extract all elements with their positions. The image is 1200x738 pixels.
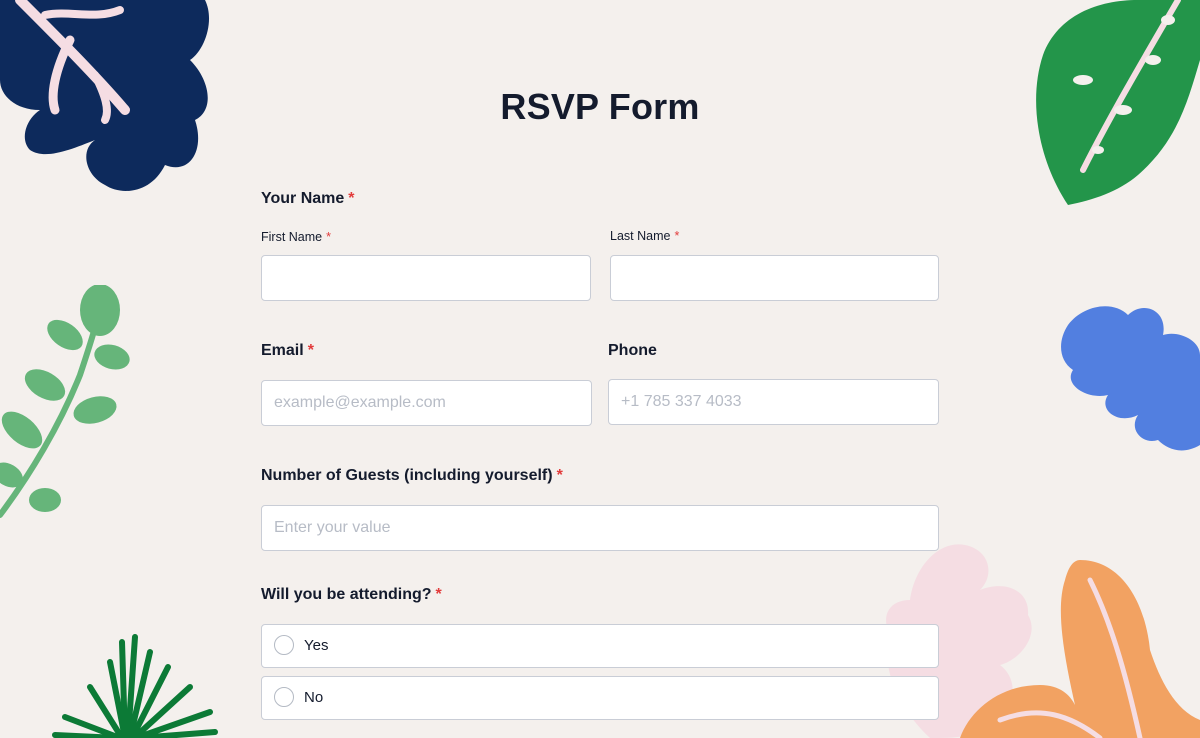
required-asterisk: *	[674, 229, 680, 243]
required-asterisk: *	[326, 230, 331, 244]
attending-option-no[interactable]: No	[261, 676, 939, 720]
phone-label-text: Phone	[608, 342, 657, 359]
email-field[interactable]	[261, 380, 592, 426]
phone-field[interactable]	[608, 379, 939, 425]
last-name-label-text: Last Name	[610, 229, 671, 243]
option-label: No	[304, 689, 324, 706]
radio-button[interactable]	[274, 635, 294, 655]
guests-field[interactable]	[261, 505, 939, 551]
blue-leaf-decoration	[1061, 306, 1200, 451]
phone-label: Phone	[608, 342, 657, 360]
required-asterisk: *	[348, 190, 355, 207]
orange-leaf-decoration	[960, 560, 1200, 738]
attending-label: Will you be attending? *	[261, 586, 442, 604]
last-name-label: Last Name *	[610, 229, 679, 243]
first-name-field[interactable]	[261, 255, 591, 301]
attending-label-text: Will you be attending?	[261, 586, 432, 603]
last-name-field[interactable]	[610, 255, 939, 301]
first-name-label-text: First Name	[261, 230, 323, 244]
name-label-text: Your Name	[261, 190, 345, 207]
navy-leaf-decoration	[0, 0, 210, 191]
email-label: Email *	[261, 342, 314, 360]
required-asterisk: *	[556, 467, 563, 484]
name-label: Your Name *	[261, 190, 355, 208]
guests-label-text: Number of Guests (including yourself)	[261, 467, 553, 484]
attending-option-yes[interactable]: Yes	[261, 624, 939, 668]
guests-label: Number of Guests (including yourself) *	[261, 467, 563, 485]
sage-branch-decoration	[0, 285, 130, 518]
required-asterisk: *	[307, 342, 314, 359]
page-title: RSVP Form	[500, 86, 700, 127]
palm-leaf-decoration	[52, 634, 218, 738]
first-name-label: First Name *	[261, 230, 331, 244]
green-leaf-decoration	[1036, 0, 1200, 205]
page: RSVP Form Your Name * First Name * Last Na…	[0, 0, 1200, 738]
email-label-text: Email	[261, 342, 304, 359]
option-label: Yes	[304, 637, 329, 654]
radio-button[interactable]	[274, 687, 294, 707]
required-asterisk: *	[435, 586, 442, 603]
